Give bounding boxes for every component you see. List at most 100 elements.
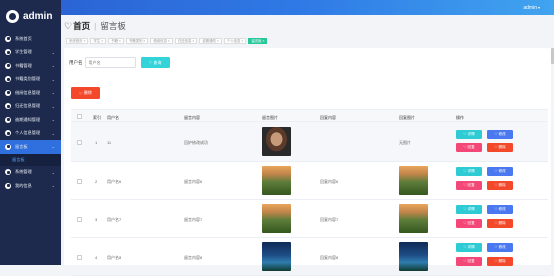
- edit-label: 修改: [498, 244, 506, 249]
- batch-delete-button[interactable]: ♡ 删除: [71, 87, 100, 99]
- edit-button[interactable]: ♡ 修改: [487, 205, 513, 214]
- edit-label: 修改: [498, 206, 506, 211]
- chevron-down-icon: ⌄: [51, 103, 55, 109]
- detail-button[interactable]: ♡ 详情: [456, 130, 482, 139]
- sidebar-item-5[interactable]: 归还信息管理 ⌄: [0, 100, 61, 114]
- row-content: 回炉修改成功: [184, 140, 208, 145]
- sidebar-item-bottom-0[interactable]: 系统管理 ⌄: [0, 166, 61, 180]
- edit-button[interactable]: ♡ 修改: [487, 167, 513, 176]
- col-image: 留言图片: [262, 114, 278, 120]
- edit-button[interactable]: ♡ 修改: [487, 130, 513, 139]
- sidebar-item-6[interactable]: 逾期通知管理 ⌄: [0, 113, 61, 127]
- reply-label: 回复: [467, 144, 475, 149]
- main-area: ♡ 首页 | 留言板 系统首页 × 学生 × 书籍 × 书籍类别 × 借阅信息 × 归还信…: [61, 15, 554, 276]
- chevron-down-icon: ⌄: [51, 76, 55, 82]
- row-checkbox[interactable]: [77, 179, 82, 184]
- reply-image[interactable]: [399, 204, 428, 233]
- sidebar-item-1[interactable]: 学生管理 ⌄: [0, 46, 61, 60]
- tab-2[interactable]: 书籍 ×: [108, 38, 124, 44]
- delete-label: 删除: [498, 144, 506, 149]
- sidebar-item-label: 书籍类别管理: [15, 76, 41, 82]
- detail-button[interactable]: ♡ 详情: [456, 167, 482, 176]
- message-image[interactable]: [262, 204, 291, 233]
- sidebar-item-bottom-1[interactable]: 我的信息 ⌄: [0, 179, 61, 193]
- tab-1[interactable]: 学生 ×: [90, 38, 107, 44]
- table-row: 2 用户名6 留言内容6 回复内容6 ♡ 详情 ♡ 修改 ♡ 回复 ♡ 删除: [71, 162, 548, 200]
- tab-6[interactable]: 逾期通知 ×: [199, 38, 222, 44]
- batch-delete-label: 删除: [83, 90, 92, 95]
- sidebar-menu: 系统首页 学生管理 ⌄ 书籍管理 ⌄ 书籍类别管理 ⌄ 借阅信息管理 ⌄ 归还信息管理 ⌄ 逾期通知管…: [0, 32, 61, 193]
- chevron-down-icon: ⌄: [51, 130, 55, 136]
- message-image[interactable]: [262, 127, 291, 156]
- col-index: 索引: [93, 114, 101, 120]
- sidebar-item-4[interactable]: 借阅信息管理 ⌄: [0, 86, 61, 100]
- sidebar-item-0[interactable]: 系统首页: [0, 32, 61, 46]
- edit-label: 修改: [498, 168, 506, 173]
- tab-4[interactable]: 借阅信息 ×: [150, 38, 173, 44]
- delete-button[interactable]: ♡ 删除: [487, 143, 513, 152]
- heart-icon: ♡: [64, 20, 73, 31]
- table-row: 1 11 回炉修改成功 无图片 ♡ 详情 ♡ 修改 ♡ 回复 ♡ 删除: [71, 122, 548, 162]
- row-username: 用户名6: [107, 179, 122, 184]
- row-username: 用户名7: [107, 217, 122, 222]
- detail-label: 详情: [467, 168, 475, 173]
- reply-button[interactable]: ♡ 回复: [456, 181, 482, 190]
- message-image[interactable]: [262, 166, 291, 195]
- chevron-down-icon: ⌄: [51, 144, 55, 149]
- chevron-down-icon: ⌄: [51, 90, 55, 95]
- col-content: 留言内容: [184, 114, 200, 120]
- row-reply: 回复内容7: [320, 217, 339, 222]
- tab-7[interactable]: 个人信息 ×: [223, 38, 247, 44]
- detail-label: 详情: [467, 131, 475, 136]
- delete-button[interactable]: ♡ 删除: [487, 257, 513, 266]
- user-name: admin: [523, 5, 537, 11]
- delete-button[interactable]: ♡ 删除: [487, 219, 513, 228]
- row-checkbox[interactable]: [77, 140, 82, 145]
- col-reply-image: 回复图片: [399, 114, 415, 120]
- sidebar-item-7[interactable]: 个人信息管理 ⌄: [0, 127, 61, 141]
- reply-image[interactable]: [399, 242, 428, 271]
- delete-button[interactable]: ♡ 删除: [487, 181, 513, 190]
- search-button[interactable]: ♡ 查询: [140, 57, 170, 68]
- menu-icon: [5, 62, 11, 69]
- sidebar-item-label: 我的信息: [15, 182, 32, 188]
- message-table: 索引 用户名 留言内容 留言图片 回复内容 回复图片 操作 1 11 回炉修改成功无…: [71, 109, 548, 276]
- detail-button[interactable]: ♡ 详情: [456, 243, 482, 252]
- tab-8[interactable]: 留言板 ×: [248, 38, 268, 44]
- reply-label: 回复: [467, 258, 475, 263]
- username-search-input[interactable]: [84, 57, 136, 68]
- reply-button[interactable]: ♡ 回复: [456, 219, 482, 228]
- edit-button[interactable]: ♡ 修改: [487, 243, 513, 252]
- select-all-checkbox[interactable]: [77, 114, 82, 119]
- detail-button[interactable]: ♡ 详情: [456, 205, 482, 214]
- row-reply: 回复内容6: [320, 179, 339, 184]
- sidebar-item-8[interactable]: 留言板 ⌄: [0, 140, 61, 154]
- reply-image[interactable]: [399, 166, 428, 195]
- sidebar-subitem-messages[interactable]: 留言板: [0, 153, 61, 166]
- row-checkbox[interactable]: [77, 255, 82, 260]
- table-header: 索引 用户名 留言内容 留言图片 回复内容 回复图片 操作: [71, 109, 548, 122]
- reply-image-empty: 无图片: [399, 140, 411, 145]
- row-username: 11: [107, 140, 112, 145]
- row-index: 1: [95, 140, 98, 145]
- sidebar-item-2[interactable]: 书籍管理 ⌄: [0, 59, 61, 73]
- page-title: 留言板: [100, 21, 126, 31]
- reply-button[interactable]: ♡ 回复: [456, 143, 482, 152]
- message-image[interactable]: [262, 242, 291, 271]
- delete-label: 删除: [498, 182, 506, 187]
- detail-label: 详情: [467, 206, 475, 211]
- breadcrumb-separator: |: [94, 21, 97, 31]
- menu-icon: [5, 103, 11, 110]
- tab-5[interactable]: 归还信息 ×: [174, 38, 198, 44]
- menu-icon: [5, 35, 11, 42]
- avatar-icon: [6, 9, 19, 23]
- breadcrumb-home[interactable]: 首页: [73, 20, 90, 32]
- tab-0[interactable]: 系统首页 ×: [66, 38, 89, 44]
- search-row: 用户名 ♡ 查询: [69, 57, 170, 68]
- reply-button[interactable]: ♡ 回复: [456, 257, 482, 266]
- tab-3[interactable]: 书籍类别 ×: [125, 38, 149, 44]
- search-button-label: 查询: [153, 59, 162, 65]
- user-menu[interactable]: admin▾: [523, 5, 540, 11]
- row-checkbox[interactable]: [77, 217, 82, 222]
- sidebar-item-3[interactable]: 书籍类别管理 ⌄: [0, 73, 61, 87]
